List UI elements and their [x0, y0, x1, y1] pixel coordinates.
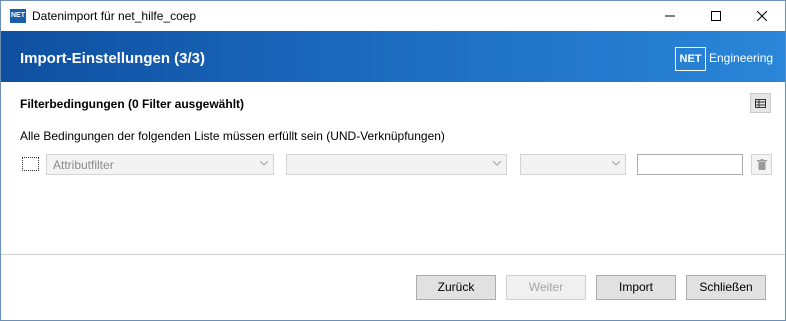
delete-filter-button[interactable]	[751, 154, 772, 175]
dialog-window: NET Datenimport für net_hilfe_coep Impor…	[0, 0, 786, 321]
chevron-down-icon	[612, 161, 620, 166]
close-window-button[interactable]	[739, 1, 785, 31]
comparison-select[interactable]	[520, 154, 626, 175]
attribute-filter-select[interactable]: Attributfilter	[46, 154, 274, 175]
logo-text: Engineering	[709, 51, 774, 65]
table-icon	[755, 98, 766, 108]
title-bar[interactable]: NET Datenimport für net_hilfe_coep	[1, 1, 785, 31]
page-title: Import-Einstellungen (3/3)	[20, 50, 206, 67]
page-header: Import-Einstellungen (3/3) NET Engineeri…	[1, 31, 785, 82]
table-view-button[interactable]	[750, 93, 771, 113]
back-button[interactable]: Zurück	[416, 275, 496, 300]
chevron-down-icon	[260, 161, 268, 166]
attribute-filter-value: Attributfilter	[53, 158, 114, 172]
trash-icon	[756, 159, 767, 170]
maximize-icon	[711, 11, 721, 21]
footer-divider	[1, 254, 785, 255]
minimize-button[interactable]	[647, 1, 693, 31]
filter-section-title: Filterbedingungen (0 Filter ausgewählt)	[20, 97, 245, 111]
chevron-down-icon	[493, 161, 501, 166]
next-button[interactable]: Weiter	[506, 275, 586, 300]
import-button[interactable]: Import	[596, 275, 676, 300]
operator-select[interactable]	[286, 154, 507, 175]
app-icon: NET	[10, 9, 26, 23]
close-icon	[757, 11, 767, 21]
close-button[interactable]: Schließen	[686, 275, 766, 300]
row-select-icon[interactable]	[22, 157, 39, 171]
net-logo: NET	[675, 47, 706, 71]
maximize-button[interactable]	[693, 1, 739, 31]
filter-value-input[interactable]	[637, 154, 743, 175]
minimize-icon	[665, 15, 675, 17]
window-title: Datenimport für net_hilfe_coep	[32, 9, 197, 23]
filter-description: Alle Bedingungen der folgenden Liste müs…	[20, 129, 445, 143]
